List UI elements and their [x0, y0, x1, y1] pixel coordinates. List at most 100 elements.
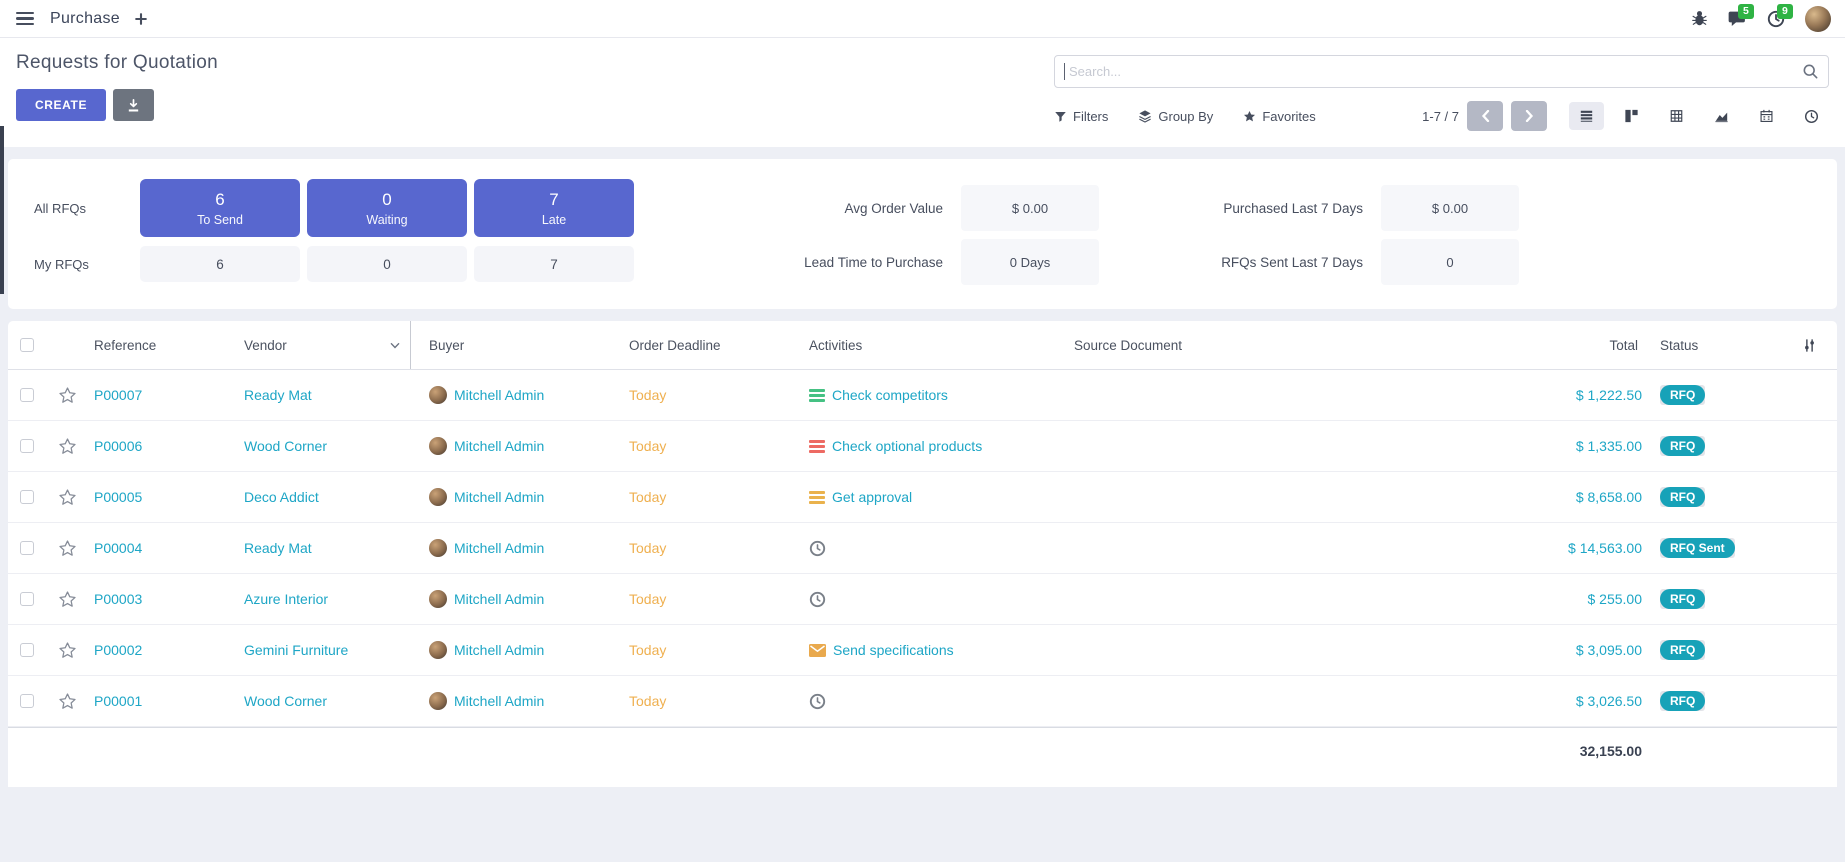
rfq-stat-tile[interactable]: 6 To Send [140, 179, 300, 237]
row-checkbox[interactable] [20, 388, 34, 402]
favorite-star-icon[interactable] [50, 590, 94, 609]
rfq-stat-tile[interactable]: 0 Waiting [307, 179, 467, 237]
header-activities[interactable]: Activities [809, 338, 1074, 353]
row-checkbox[interactable] [20, 643, 34, 657]
favorite-star-icon[interactable] [50, 539, 94, 558]
buyer-cell[interactable]: Mitchell Admin [429, 386, 629, 404]
activity-cell[interactable]: Check competitors [809, 387, 1074, 403]
buyer-cell[interactable]: Mitchell Admin [429, 539, 629, 557]
row-checkbox[interactable] [20, 592, 34, 606]
graph-view-icon[interactable] [1704, 102, 1739, 130]
search-icon[interactable] [1802, 63, 1819, 80]
reference-link[interactable]: P00007 [94, 387, 244, 403]
rfq-stat-tile[interactable]: 7 Late [474, 179, 634, 237]
my-rfq-stat-tile[interactable]: 7 [474, 246, 634, 282]
vendor-link[interactable]: Gemini Furniture [244, 642, 429, 658]
favorite-star-icon[interactable] [50, 488, 94, 507]
pager-prev-button[interactable] [1467, 101, 1503, 131]
plus-icon[interactable] [134, 12, 148, 26]
vendor-link[interactable]: Wood Corner [244, 693, 429, 709]
status-cell: RFQ [1646, 436, 1781, 456]
reference-link[interactable]: P00005 [94, 489, 244, 505]
header-buyer[interactable]: Buyer [429, 338, 629, 353]
filters-button[interactable]: Filters [1054, 109, 1108, 124]
vendor-link[interactable]: Deco Addict [244, 489, 429, 505]
reference-link[interactable]: P00006 [94, 438, 244, 454]
vendor-link[interactable]: Ready Mat [244, 540, 429, 556]
favorites-button[interactable]: Favorites [1243, 109, 1315, 124]
vendor-link[interactable]: Wood Corner [244, 438, 429, 454]
export-button[interactable] [113, 89, 154, 121]
header-order-deadline[interactable]: Order Deadline [629, 338, 809, 353]
create-button[interactable]: CREATE [16, 89, 106, 121]
activity-cell[interactable]: Get approval [809, 489, 1074, 505]
reference-link[interactable]: P00001 [94, 693, 244, 709]
header-status[interactable]: Status [1646, 338, 1781, 353]
user-avatar[interactable] [1805, 6, 1831, 32]
vendor-link[interactable]: Ready Mat [244, 387, 429, 403]
header-source-document[interactable]: Source Document [1074, 338, 1466, 353]
activity-cell[interactable] [809, 540, 1074, 557]
all-rfqs-label[interactable]: All RFQs [34, 201, 140, 216]
group-by-button[interactable]: Group By [1138, 109, 1213, 124]
search-box [1054, 55, 1829, 88]
my-rfqs-label[interactable]: My RFQs [34, 257, 140, 272]
buyer-avatar [429, 437, 447, 455]
header-reference[interactable]: Reference [94, 338, 244, 353]
pivot-view-icon[interactable] [1659, 102, 1694, 130]
reference-link[interactable]: P00002 [94, 642, 244, 658]
favorite-star-icon[interactable] [50, 641, 94, 660]
order-deadline[interactable]: Today [629, 489, 809, 505]
buyer-cell[interactable]: Mitchell Admin [429, 437, 629, 455]
row-checkbox[interactable] [20, 541, 34, 555]
activity-cell[interactable]: Check optional products [809, 438, 1074, 454]
buyer-cell[interactable]: Mitchell Admin [429, 641, 629, 659]
apps-menu-icon[interactable] [14, 8, 36, 30]
list-view-icon[interactable] [1569, 102, 1604, 130]
header-total[interactable]: Total [1466, 338, 1646, 353]
buyer-cell[interactable]: Mitchell Admin [429, 488, 629, 506]
header-vendor[interactable]: Vendor [244, 321, 411, 369]
order-deadline[interactable]: Today [629, 540, 809, 556]
favorite-star-icon[interactable] [50, 437, 94, 456]
buyer-name: Mitchell Admin [454, 540, 544, 556]
activity-view-icon[interactable] [1794, 102, 1829, 131]
favorite-star-icon[interactable] [50, 692, 94, 711]
app-name[interactable]: Purchase [50, 10, 120, 28]
activity-cell[interactable]: Send specifications [809, 642, 1074, 658]
order-deadline[interactable]: Today [629, 642, 809, 658]
my-rfq-stat-tile[interactable]: 6 [140, 246, 300, 282]
my-rfq-stat-tile[interactable]: 0 [307, 246, 467, 282]
row-checkbox[interactable] [20, 694, 34, 708]
order-deadline[interactable]: Today [629, 591, 809, 607]
reference-link[interactable]: P00003 [94, 591, 244, 607]
activity-cell[interactable] [809, 693, 1074, 710]
buyer-cell[interactable]: Mitchell Admin [429, 590, 629, 608]
order-deadline[interactable]: Today [629, 387, 809, 403]
text-cursor [1064, 63, 1065, 80]
order-deadline[interactable]: Today [629, 438, 809, 454]
calendar-view-icon[interactable] [1749, 102, 1784, 130]
messages-icon[interactable]: 5 [1728, 10, 1747, 27]
debug-bug-icon[interactable] [1691, 10, 1708, 27]
row-checkbox[interactable] [20, 439, 34, 453]
pager-next-button[interactable] [1511, 101, 1547, 131]
buyer-cell[interactable]: Mitchell Admin [429, 692, 629, 710]
order-deadline[interactable]: Today [629, 693, 809, 709]
kpi-grid: Avg Order Value $ 0.00 Purchased Last 7 … [735, 179, 1519, 291]
kpi-label: RFQs Sent Last 7 Days [1155, 255, 1363, 270]
optional-columns-icon[interactable] [1781, 338, 1837, 353]
kpi-item: RFQs Sent Last 7 Days 0 [1155, 239, 1519, 285]
kpi-value: $ 0.00 [961, 185, 1099, 231]
page-title: Requests for Quotation [16, 52, 218, 74]
search-input[interactable] [1054, 55, 1829, 88]
activity-cell[interactable] [809, 591, 1074, 608]
select-all-checkbox[interactable] [20, 338, 34, 352]
reference-link[interactable]: P00004 [94, 540, 244, 556]
favorite-star-icon[interactable] [50, 386, 94, 405]
activities-clock-icon[interactable]: 9 [1767, 10, 1785, 28]
vendor-link[interactable]: Azure Interior [244, 591, 429, 607]
row-checkbox[interactable] [20, 490, 34, 504]
kanban-view-icon[interactable] [1614, 102, 1649, 130]
buyer-name: Mitchell Admin [454, 693, 544, 709]
